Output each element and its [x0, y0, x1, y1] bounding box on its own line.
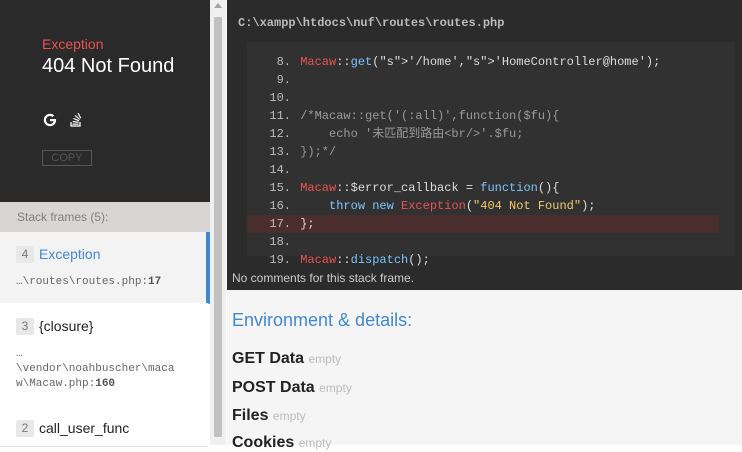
- line-number: 12.: [269, 127, 291, 141]
- exception-message: 404 Not Found: [42, 55, 175, 77]
- frame-file-path-3: w\Macaw.php:160: [16, 378, 116, 390]
- code-text: Macaw::get("s">'/home',"s">'HomeControll…: [300, 55, 661, 69]
- line-number: 19.: [269, 253, 291, 267]
- frame-number: 2: [16, 420, 34, 437]
- code-line: 18.: [247, 233, 719, 251]
- code-text: throw new Exception("404 Not Found");: [329, 199, 596, 213]
- copy-button[interactable]: COPY: [42, 150, 92, 166]
- frame-function: Exception: [39, 246, 101, 262]
- detail-cookies: Cookies empty: [232, 434, 332, 451]
- code-file-path: C:\xampp\htdocs\nuf\routes\routes.php: [238, 16, 505, 30]
- detail-value: empty: [298, 436, 332, 450]
- code-line: 10.: [247, 89, 719, 107]
- code-line: 12. echo '未匹配到路由<br/>'.$fu;: [247, 125, 719, 143]
- frame-file-path-2: \vendor\noahbuscher\maca: [16, 363, 175, 375]
- frame-number: 3: [16, 318, 34, 335]
- line-number: 10.: [269, 91, 291, 105]
- code-line: 13. });*/: [247, 143, 719, 161]
- line-number: 13.: [269, 145, 291, 159]
- frame-comments: No comments for this stack frame.: [232, 271, 415, 285]
- code-line: 11. /*Macaw::get('(:all)',function($fu){: [247, 107, 719, 125]
- code-snippet: 8. Macaw::get("s">'/home',"s">'HomeContr…: [247, 42, 735, 267]
- code-text: echo '未匹配到路由<br/>'.$fu;: [300, 127, 524, 141]
- line-number: 8.: [276, 55, 291, 69]
- frame-number: 4: [16, 246, 34, 263]
- frame-function: call_user_func: [39, 420, 130, 436]
- stack-frames-header: Stack frames (5):: [0, 202, 210, 232]
- left-panel: Exception 404 Not Found COPY Stack frame…: [0, 0, 210, 447]
- line-number: 11.: [269, 109, 291, 123]
- detail-value: empty: [272, 409, 306, 423]
- exception-type: Exception: [42, 36, 104, 52]
- detail-post-data: POST Data empty: [232, 379, 352, 396]
- line-number: 16.: [269, 199, 291, 213]
- code-line: 19. Macaw::dispatch();: [247, 251, 719, 269]
- line-number: 17.: [269, 217, 291, 231]
- code-text: Macaw::dispatch();: [300, 253, 430, 267]
- line-number: 14.: [269, 163, 291, 177]
- frame-line: 17: [148, 276, 162, 288]
- google-icon[interactable]: [43, 113, 57, 127]
- detail-get-data: GET Data empty: [232, 350, 342, 367]
- code-line: 17. };: [247, 215, 719, 233]
- code-text: Macaw::$error_callback = function(){: [300, 181, 560, 195]
- stackoverflow-icon[interactable]: [70, 113, 82, 127]
- stack-frame-3[interactable]: 3 {closure} … \vendor\noahbuscher\maca w…: [0, 303, 208, 407]
- code-text: /*Macaw::get('(:all)',function($fu){: [300, 109, 560, 123]
- details-title: Environment & details:: [232, 310, 413, 330]
- frame-file-path-1: …: [16, 348, 23, 360]
- stack-frames-count: Stack frames (5):: [17, 210, 109, 224]
- frame-function: {closure}: [39, 318, 94, 334]
- code-line: 8. Macaw::get("s">'/home',"s">'HomeContr…: [247, 53, 719, 71]
- frames-scrollbar[interactable]: [210, 0, 226, 445]
- code-line: 16. throw new Exception("404 Not Found")…: [247, 197, 719, 215]
- detail-value: empty: [308, 352, 342, 366]
- frame-file-path: …\routes\routes.php: [16, 276, 142, 288]
- scrollbar-thumb[interactable]: [214, 17, 222, 437]
- frame-line: 160: [95, 378, 116, 390]
- code-line: 9.: [247, 71, 719, 89]
- line-number: 9.: [276, 73, 291, 87]
- exception-summary: Exception 404 Not Found COPY: [0, 0, 210, 202]
- code-text: });*/: [300, 145, 337, 159]
- detail-value: empty: [319, 381, 352, 395]
- code-line: 15. Macaw::$error_callback = function(){: [247, 179, 719, 197]
- stack-frame-4[interactable]: 4 Exception …\routes\routes.php:17: [0, 232, 210, 304]
- code-text: };: [293, 217, 315, 231]
- scroll-up-arrow-icon[interactable]: [214, 3, 222, 8]
- code-panel: C:\xampp\htdocs\nuf\routes\routes.php 8.…: [227, 0, 742, 290]
- environment-details: Environment & details: GET Data empty PO…: [227, 290, 742, 451]
- line-number: 15.: [269, 181, 291, 195]
- line-number: 18.: [269, 235, 291, 249]
- frame-file: …\routes\routes.php:17: [16, 276, 162, 288]
- stack-frame-2[interactable]: 2 call_user_func: [0, 406, 208, 447]
- frame-file: … \vendor\noahbuscher\maca w\Macaw.php:1…: [16, 347, 174, 392]
- code-line: 14.: [247, 161, 719, 179]
- detail-files: Files empty: [232, 407, 306, 424]
